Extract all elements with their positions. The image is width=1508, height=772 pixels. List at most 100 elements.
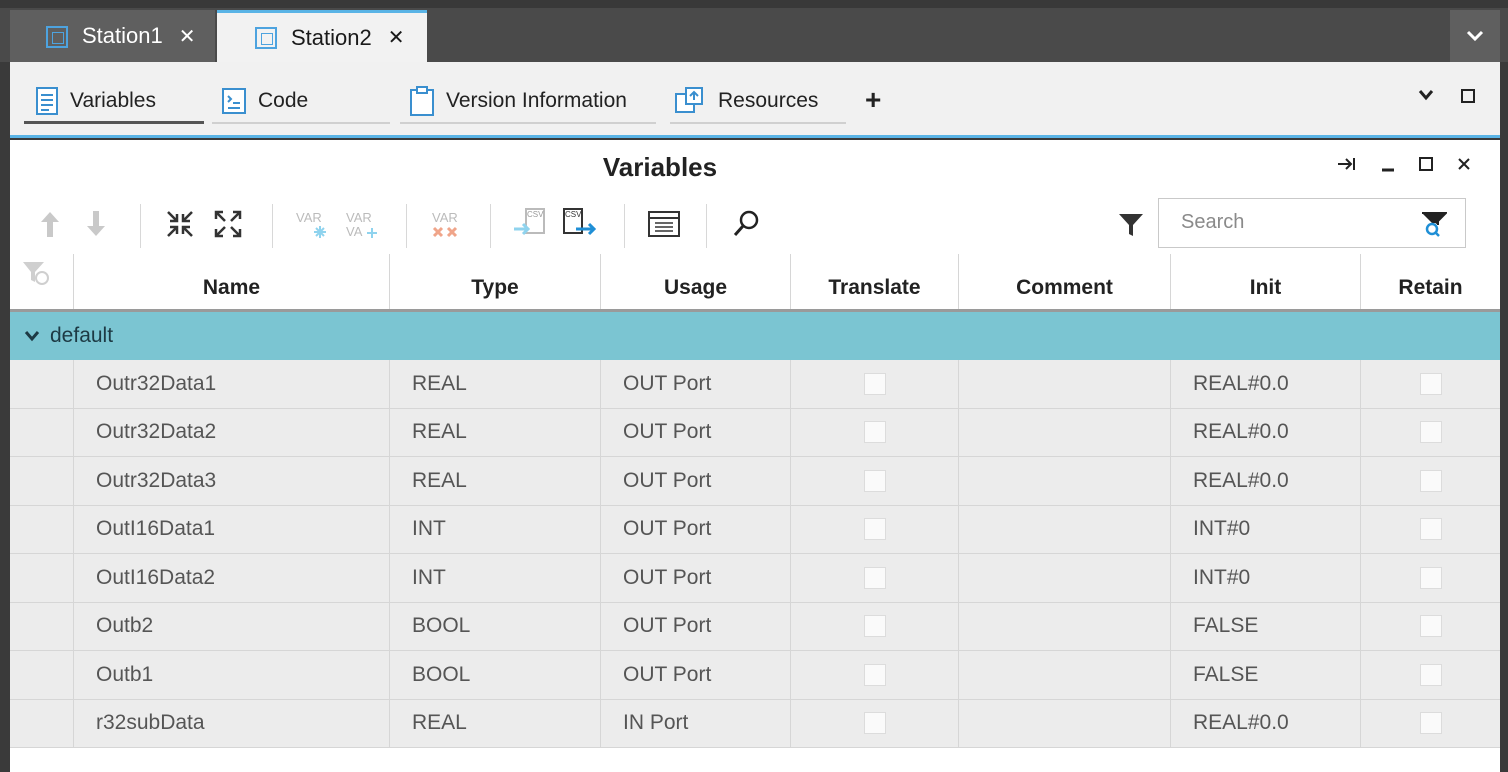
type-cell[interactable]: INT [390, 505, 601, 553]
group-row-default[interactable]: default [10, 312, 1500, 360]
name-cell[interactable]: r32subData [74, 699, 390, 747]
maximize-icon[interactable] [1418, 154, 1434, 174]
name-cell[interactable]: Outr32Data1 [74, 360, 390, 408]
init-cell[interactable]: FALSE [1171, 651, 1361, 699]
init-cell[interactable]: FALSE [1171, 602, 1361, 650]
filter-icon[interactable] [1118, 212, 1144, 238]
translate-checkbox[interactable] [863, 372, 886, 395]
delete-variable-button[interactable]: VAR [426, 206, 466, 242]
add-tab-button[interactable]: + [865, 84, 881, 116]
init-cell[interactable]: INT#0 [1171, 505, 1361, 553]
close-icon[interactable]: ✕ [388, 25, 405, 50]
translate-checkbox[interactable] [863, 469, 886, 492]
row-selector[interactable] [10, 699, 74, 747]
init-cell[interactable]: REAL#0.0 [1171, 360, 1361, 408]
type-cell[interactable]: REAL [390, 457, 601, 505]
column-header-type[interactable]: Type [390, 254, 601, 309]
name-cell[interactable]: Outr32Data3 [74, 457, 390, 505]
add-variable-button[interactable]: VAR [292, 206, 332, 242]
tab-station1[interactable]: Station1 ✕ [10, 10, 215, 62]
retain-checkbox[interactable] [1419, 372, 1442, 395]
translate-checkbox[interactable] [863, 421, 886, 444]
comment-cell[interactable] [959, 602, 1171, 650]
type-cell[interactable]: BOOL [390, 602, 601, 650]
usage-cell[interactable]: OUT Port [601, 408, 791, 456]
chevron-down-icon[interactable] [24, 330, 40, 342]
tab-code[interactable]: Code [212, 80, 390, 124]
init-cell[interactable]: INT#0 [1171, 554, 1361, 602]
comment-cell[interactable] [959, 408, 1171, 456]
row-selector[interactable] [10, 651, 74, 699]
type-cell[interactable]: BOOL [390, 651, 601, 699]
export-csv-button[interactable]: CSV [560, 206, 600, 242]
init-cell[interactable]: REAL#0.0 [1171, 699, 1361, 747]
row-selector[interactable] [10, 408, 74, 456]
chevron-down-icon[interactable] [1418, 88, 1434, 102]
retain-checkbox[interactable] [1419, 518, 1442, 541]
comment-cell[interactable] [959, 699, 1171, 747]
column-header-retain[interactable]: Retain [1361, 254, 1500, 309]
add-multiple-variables-button[interactable]: VAR VA [342, 206, 382, 242]
usage-cell[interactable]: OUT Port [601, 651, 791, 699]
filter-search-icon[interactable] [1421, 211, 1447, 237]
expand-all-button[interactable] [208, 206, 248, 242]
translate-checkbox[interactable] [863, 615, 886, 638]
row-selector[interactable] [10, 457, 74, 505]
collapse-all-button[interactable] [160, 206, 200, 242]
retain-checkbox[interactable] [1419, 615, 1442, 638]
table-row[interactable]: Outr32Data2 REAL OUT Port REAL#0.0 [10, 408, 1500, 457]
column-header-translate[interactable]: Translate [791, 254, 959, 309]
pin-icon[interactable] [1336, 154, 1358, 174]
table-row[interactable]: OutI16Data2 INT OUT Port INT#0 [10, 554, 1500, 603]
name-cell[interactable]: Outb1 [74, 651, 390, 699]
translate-checkbox[interactable] [863, 663, 886, 686]
table-row[interactable]: Outb1 BOOL OUT Port FALSE [10, 651, 1500, 700]
name-cell[interactable]: OutI16Data1 [74, 505, 390, 553]
reset-filter-button[interactable] [10, 254, 74, 309]
usage-cell[interactable]: OUT Port [601, 457, 791, 505]
move-down-button[interactable] [76, 206, 116, 242]
column-header-name[interactable]: Name [74, 254, 390, 309]
translate-checkbox[interactable] [863, 566, 886, 589]
tab-resources[interactable]: Resources [670, 80, 846, 124]
column-header-usage[interactable]: Usage [601, 254, 791, 309]
table-row[interactable]: OutI16Data1 INT OUT Port INT#0 [10, 505, 1500, 554]
init-cell[interactable]: REAL#0.0 [1171, 457, 1361, 505]
retain-checkbox[interactable] [1419, 566, 1442, 589]
table-view-button[interactable] [644, 206, 684, 242]
table-row[interactable]: Outb2 BOOL OUT Port FALSE [10, 602, 1500, 651]
close-icon[interactable] [1456, 154, 1472, 174]
type-cell[interactable]: REAL [390, 699, 601, 747]
comment-cell[interactable] [959, 457, 1171, 505]
tab-variables[interactable]: Variables [24, 80, 204, 124]
retain-checkbox[interactable] [1419, 712, 1442, 735]
comment-cell[interactable] [959, 360, 1171, 408]
usage-cell[interactable]: OUT Port [601, 360, 791, 408]
name-cell[interactable]: OutI16Data2 [74, 554, 390, 602]
maximize-icon[interactable] [1460, 88, 1476, 104]
search-toggle-button[interactable] [726, 206, 766, 242]
search-field[interactable] [1158, 198, 1466, 248]
row-selector[interactable] [10, 360, 74, 408]
usage-cell[interactable]: OUT Port [601, 602, 791, 650]
name-cell[interactable]: Outb2 [74, 602, 390, 650]
import-csv-button[interactable]: CSV [510, 206, 550, 242]
row-selector[interactable] [10, 602, 74, 650]
usage-cell[interactable]: OUT Port [601, 554, 791, 602]
retain-checkbox[interactable] [1419, 663, 1442, 686]
column-header-comment[interactable]: Comment [959, 254, 1171, 309]
comment-cell[interactable] [959, 505, 1171, 553]
init-cell[interactable]: REAL#0.0 [1171, 408, 1361, 456]
translate-checkbox[interactable] [863, 712, 886, 735]
table-row[interactable]: Outr32Data1 REAL OUT Port REAL#0.0 [10, 360, 1500, 409]
search-input[interactable] [1159, 199, 1399, 245]
column-header-init[interactable]: Init [1171, 254, 1361, 309]
tab-version-information[interactable]: Version Information [400, 80, 656, 124]
type-cell[interactable]: INT [390, 554, 601, 602]
usage-cell[interactable]: IN Port [601, 699, 791, 747]
table-row[interactable]: Outr32Data3 REAL OUT Port REAL#0.0 [10, 457, 1500, 506]
name-cell[interactable]: Outr32Data2 [74, 408, 390, 456]
comment-cell[interactable] [959, 554, 1171, 602]
retain-checkbox[interactable] [1419, 469, 1442, 492]
translate-checkbox[interactable] [863, 518, 886, 541]
